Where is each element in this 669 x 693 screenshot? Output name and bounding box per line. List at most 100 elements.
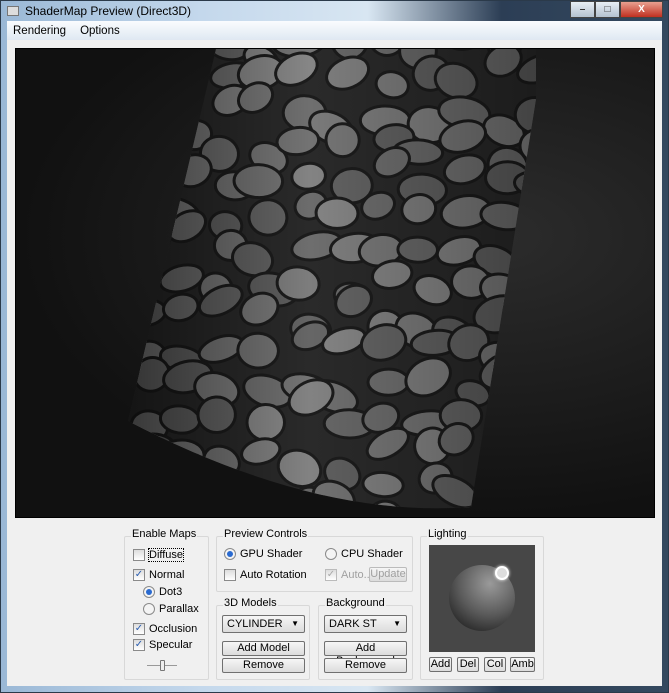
gpu-label: GPU Shader (240, 548, 303, 560)
stone (156, 49, 203, 63)
cylinder-model (128, 49, 536, 518)
menu-rendering[interactable]: Rendering (13, 25, 66, 37)
stone (198, 468, 237, 506)
checkbox[interactable] (133, 549, 145, 561)
stone (151, 506, 200, 518)
stone (484, 460, 520, 496)
menu-bar: Rendering Options (7, 21, 662, 40)
diffuse-checkbox[interactable]: Diffuse (133, 548, 185, 562)
cpu-label: CPU Shader (341, 548, 403, 560)
stone (128, 515, 172, 518)
normal-label: Normal (149, 569, 185, 581)
stone (233, 484, 282, 509)
stone (527, 202, 536, 236)
radio[interactable] (143, 603, 155, 615)
stone (479, 498, 517, 509)
chevron-down-icon: ▼ (393, 619, 401, 628)
minimize-button[interactable]: – (570, 1, 595, 18)
radio[interactable] (224, 548, 236, 560)
enable-maps-label: Enable Maps (131, 528, 198, 540)
auto-update-checkbox[interactable]: ✓ Auto.. (325, 569, 370, 581)
checkbox[interactable] (224, 569, 236, 581)
light-color-button[interactable]: Col (484, 657, 506, 672)
stone (312, 516, 361, 518)
model-dropdown[interactable]: CYLINDER ▼ (222, 615, 305, 633)
stone (513, 227, 536, 266)
add-model-button[interactable]: Add Model (222, 641, 305, 656)
remove-background-button[interactable]: Remove (324, 658, 407, 673)
3d-models-label: 3D Models (223, 597, 278, 609)
auto-rotation-checkbox[interactable]: Auto Rotation (224, 569, 307, 581)
add-background-button[interactable]: Add Background (324, 641, 407, 667)
stone (516, 339, 536, 378)
light-delete-button[interactable]: Del (457, 657, 479, 672)
gpu-shader-radio[interactable]: GPU Shader (224, 548, 302, 560)
preview-controls-group: Preview Controls (216, 528, 413, 592)
stone (128, 93, 171, 122)
preview-viewport[interactable] (15, 48, 655, 518)
occlusion-label: Occlusion (149, 623, 198, 635)
radio[interactable] (325, 548, 337, 560)
light-add-button[interactable]: Add (429, 657, 452, 672)
auto-rotation-label: Auto Rotation (240, 569, 307, 581)
stone (530, 434, 536, 473)
stone (520, 364, 536, 399)
dot3-radio[interactable]: Dot3 (143, 586, 182, 598)
parallax-radio[interactable]: Parallax (143, 603, 199, 615)
stone (128, 49, 165, 61)
menu-options[interactable]: Options (80, 25, 120, 37)
stone (155, 95, 200, 133)
preview-controls-label: Preview Controls (223, 528, 309, 540)
stone (484, 419, 521, 454)
check-icon[interactable]: ✓ (133, 569, 145, 581)
check-icon[interactable]: ✓ (133, 623, 145, 635)
background-label: Background (325, 597, 386, 609)
stone (129, 120, 169, 154)
background-dropdown[interactable]: DARK ST ▼ (324, 615, 407, 633)
stone (519, 501, 536, 509)
light-handle-icon[interactable] (495, 566, 509, 580)
stone (246, 517, 288, 518)
parallax-label: Parallax (159, 603, 199, 615)
background-selected: DARK ST (329, 618, 377, 630)
occlusion-checkbox[interactable]: ✓ Occlusion (133, 623, 197, 635)
stone (128, 174, 157, 207)
chevron-down-icon: ▼ (291, 619, 299, 628)
dot3-label: Dot3 (159, 586, 183, 598)
window-title: ShaderMap Preview (Direct3D) (25, 4, 192, 18)
cpu-shader-radio[interactable]: CPU Shader (325, 548, 403, 560)
stone (128, 70, 163, 102)
stone (149, 72, 200, 115)
model-selected: CYLINDER (227, 618, 283, 630)
diffuse-label: Diffuse (147, 548, 185, 562)
stone (429, 507, 474, 518)
stone (128, 480, 161, 509)
lighting-label: Lighting (427, 528, 468, 540)
specular-slider-thumb[interactable] (160, 660, 165, 671)
specular-label: Specular (149, 639, 193, 651)
stone (515, 410, 536, 441)
stone (526, 279, 536, 320)
radio[interactable] (143, 586, 155, 598)
update-button[interactable]: Update (369, 567, 407, 582)
close-button[interactable]: X (620, 1, 663, 18)
check-icon[interactable]: ✓ (325, 569, 337, 581)
specular-checkbox[interactable]: ✓ Specular (133, 639, 192, 651)
lighting-preview[interactable] (429, 545, 535, 652)
stone (287, 495, 342, 509)
stone (483, 438, 536, 468)
light-ambient-button[interactable]: Amb (510, 657, 535, 672)
stone (128, 249, 156, 290)
stone (201, 508, 252, 509)
stone (533, 49, 536, 58)
remove-model-button[interactable]: Remove (222, 658, 305, 673)
app-icon (7, 6, 19, 16)
stone (525, 474, 536, 503)
stone (523, 282, 536, 320)
check-icon[interactable]: ✓ (133, 639, 145, 651)
stone (403, 508, 447, 518)
stone (128, 204, 155, 242)
maximize-button[interactable]: □ (595, 1, 620, 18)
normal-checkbox[interactable]: ✓ Normal (133, 569, 184, 581)
auto-label: Auto.. (341, 569, 370, 581)
